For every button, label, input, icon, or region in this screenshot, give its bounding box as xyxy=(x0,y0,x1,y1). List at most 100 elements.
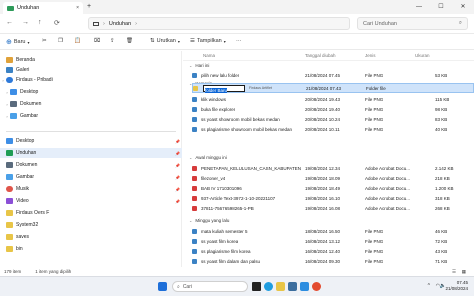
paste-icon[interactable]: 📋 xyxy=(74,38,81,44)
file-explorer-icon[interactable] xyxy=(276,282,285,291)
home-icon xyxy=(6,57,13,63)
sidebar-item-dokumen-cloud[interactable]: › Dokumen xyxy=(0,99,182,109)
more-options-button[interactable]: ··· xyxy=(236,38,242,44)
search-input[interactable]: Cari Unduhan ⌕ xyxy=(357,17,468,30)
view-button[interactable]: ☰ Tampilkan ▾ xyxy=(190,38,226,44)
table-row[interactable]: ss yoast showroom mobil bekas medan 20/0… xyxy=(192,115,474,124)
table-row[interactable]: ss yoast film dalam dan palsu 16/08/2024… xyxy=(192,257,474,266)
sidebar-item-bin[interactable]: bin xyxy=(0,244,182,254)
new-tab-button[interactable]: + xyxy=(87,3,91,10)
sidebar-item-desktop[interactable]: Desktop 📌 xyxy=(0,136,182,146)
sidebar-item-label: Beranda xyxy=(16,57,35,63)
store-icon[interactable] xyxy=(288,282,297,291)
file-type: File PNG xyxy=(365,127,384,132)
file-type: File PNG xyxy=(365,117,384,122)
file-date: 20/08/2024 10.24 xyxy=(305,117,341,122)
up-button[interactable]: ↑ xyxy=(38,19,42,26)
file-size: 53 KB xyxy=(435,73,448,78)
pdf-file-icon xyxy=(192,186,197,191)
details-view-icon[interactable]: ☰ xyxy=(452,269,456,275)
group-header-this-week[interactable]: ⌄ Awal minggu ini xyxy=(189,155,227,160)
tab-close-icon[interactable]: × xyxy=(76,5,79,11)
clock[interactable]: 07.45 21/08/2024 xyxy=(445,280,468,292)
sidebar-item-musik[interactable]: Musik 📌 xyxy=(0,184,182,194)
cut-icon[interactable]: ✂ xyxy=(42,38,47,44)
file-type: Adobe Acrobat Docu... xyxy=(365,196,411,201)
file-date: 19/08/2024 16.10 xyxy=(305,196,341,201)
table-row[interactable]: 37811-75676598265-1-PB 19/08/2024 16.08 … xyxy=(192,204,474,213)
file-size: 1.200 KB xyxy=(435,186,454,191)
sidebar-item-dokumen[interactable]: Dokumen 📌 xyxy=(0,160,182,170)
file-type: File PNG xyxy=(365,73,384,78)
rename-tooltip: Firdaus Artiflet xyxy=(249,86,272,90)
pin-icon: 📌 xyxy=(175,198,180,204)
minimize-button[interactable]: — xyxy=(408,0,430,14)
sidebar-item-onedrive[interactable]: › Firdaus - Pribadi xyxy=(0,75,182,85)
copy-icon[interactable]: ❐ xyxy=(58,38,63,44)
sidebar-item-beranda[interactable]: Beranda xyxy=(0,55,182,65)
sidebar-item-gambar[interactable]: Gambar 📌 xyxy=(0,172,182,182)
file-type: Adobe Acrobat Docu... xyxy=(365,206,411,211)
refresh-button[interactable]: ⟳ xyxy=(54,19,60,27)
download-icon xyxy=(6,150,13,156)
sidebar-item-galeri[interactable]: Galeri xyxy=(0,65,182,75)
sidebar-item-firdaus-oers[interactable]: Firdaus Oers F xyxy=(0,208,182,218)
forward-button[interactable]: → xyxy=(22,19,29,26)
taskbar-search-label: Cari xyxy=(182,283,192,290)
taskbar-search[interactable]: ⌕ Cari xyxy=(172,281,248,292)
file-size: 40 KB xyxy=(435,127,448,132)
group-header-today[interactable]: ⌄ Hari ini xyxy=(189,63,209,68)
table-row[interactable]: filezoner_v4 19/08/2024 18.09 Adobe Acro… xyxy=(192,174,474,183)
table-row[interactable]: klik windows 20/08/2024 19.43 File PNG 1… xyxy=(192,95,474,104)
sidebar-item-desktop-cloud[interactable]: › Desktop xyxy=(0,87,182,97)
new-button[interactable]: ⊕ Baru ▾ xyxy=(6,38,30,46)
table-row[interactable]: ss plagiarisme showroom mobil bekas meda… xyxy=(192,125,474,134)
table-row[interactable]: 937-Article Text-3972-1-10-20221107 19/0… xyxy=(192,194,474,203)
tray-overflow-icon[interactable]: ^ xyxy=(428,283,430,289)
sidebar-item-video[interactable]: Video 📌 xyxy=(0,196,182,206)
delete-icon[interactable]: 🗑 xyxy=(126,38,133,44)
task-view-icon[interactable] xyxy=(252,282,261,291)
pdf-file-icon xyxy=(192,196,197,201)
sidebar-item-unduhan[interactable]: Unduhan 📌 xyxy=(0,148,182,158)
rename-icon[interactable]: ⌧ xyxy=(94,38,100,44)
address-bar[interactable]: › Unduhan › xyxy=(88,17,350,30)
maximize-button[interactable]: ☐ xyxy=(430,0,452,14)
group-header-last-week[interactable]: ⌄ Minggu yang lalu xyxy=(189,218,229,223)
group-label: Hari ini xyxy=(195,63,210,68)
column-size[interactable]: Ukuran xyxy=(415,53,430,58)
monitor-icon xyxy=(93,21,99,26)
sidebar-item-gambar-cloud[interactable]: › Gambar xyxy=(0,111,182,121)
table-row[interactable]: ss yoast film korea 16/08/2024 13.12 Fil… xyxy=(192,237,474,246)
sidebar-item-system32[interactable]: System32 xyxy=(0,220,182,230)
table-row[interactable]: PENETAPAN_KELULUSAN_CASN_KABUPATEN_KEPUL… xyxy=(192,164,474,173)
table-row[interactable]: ss plagiarisme film korea 16/08/2024 12.… xyxy=(192,247,474,256)
edge-icon[interactable] xyxy=(264,282,273,291)
music-icon xyxy=(6,186,13,192)
file-type: File PNG xyxy=(365,97,384,102)
chevron-down-icon: ▾ xyxy=(223,38,226,44)
back-button[interactable]: ← xyxy=(6,19,13,26)
column-type[interactable]: Jenis xyxy=(365,53,376,58)
rename-input[interactable]: folder Baru xyxy=(203,85,245,93)
column-name[interactable]: Nama xyxy=(203,53,215,58)
column-date[interactable]: Tanggal diubah xyxy=(305,53,336,58)
share-icon[interactable]: ⇪ xyxy=(110,38,115,44)
sidebar-item-saves[interactable]: saves xyxy=(0,232,182,242)
table-row[interactable]: pilih new lalu folder 21/08/2024 07.45 F… xyxy=(192,71,474,80)
start-icon[interactable] xyxy=(158,282,167,291)
table-row[interactable]: BAB IV 1710301096 19/08/2024 18.49 Adobe… xyxy=(192,184,474,193)
table-row-selected[interactable]: folder Baru Firdaus Artiflet 21/08/2024 … xyxy=(192,83,474,93)
app-icon[interactable] xyxy=(300,282,309,291)
tiles-view-icon[interactable]: ▦ xyxy=(462,269,466,275)
table-row[interactable]: buka file explorer 20/08/2024 19.40 File… xyxy=(192,105,474,114)
sort-button[interactable]: ⇅ Urutkan ▾ xyxy=(150,38,180,44)
sidebar-item-label: Firdaus - Pribadi xyxy=(16,77,53,83)
file-date: 16/08/2024 13.12 xyxy=(305,239,341,244)
tab-unduhan[interactable]: Unduhan × xyxy=(3,2,83,14)
breadcrumb[interactable]: Unduhan xyxy=(109,21,131,27)
table-row[interactable]: mata kuliah semester 5 18/08/2024 16.50 … xyxy=(192,227,474,236)
image-file-icon xyxy=(192,127,197,132)
close-window-button[interactable]: ✕ xyxy=(452,0,474,14)
chrome-icon[interactable] xyxy=(312,282,321,291)
